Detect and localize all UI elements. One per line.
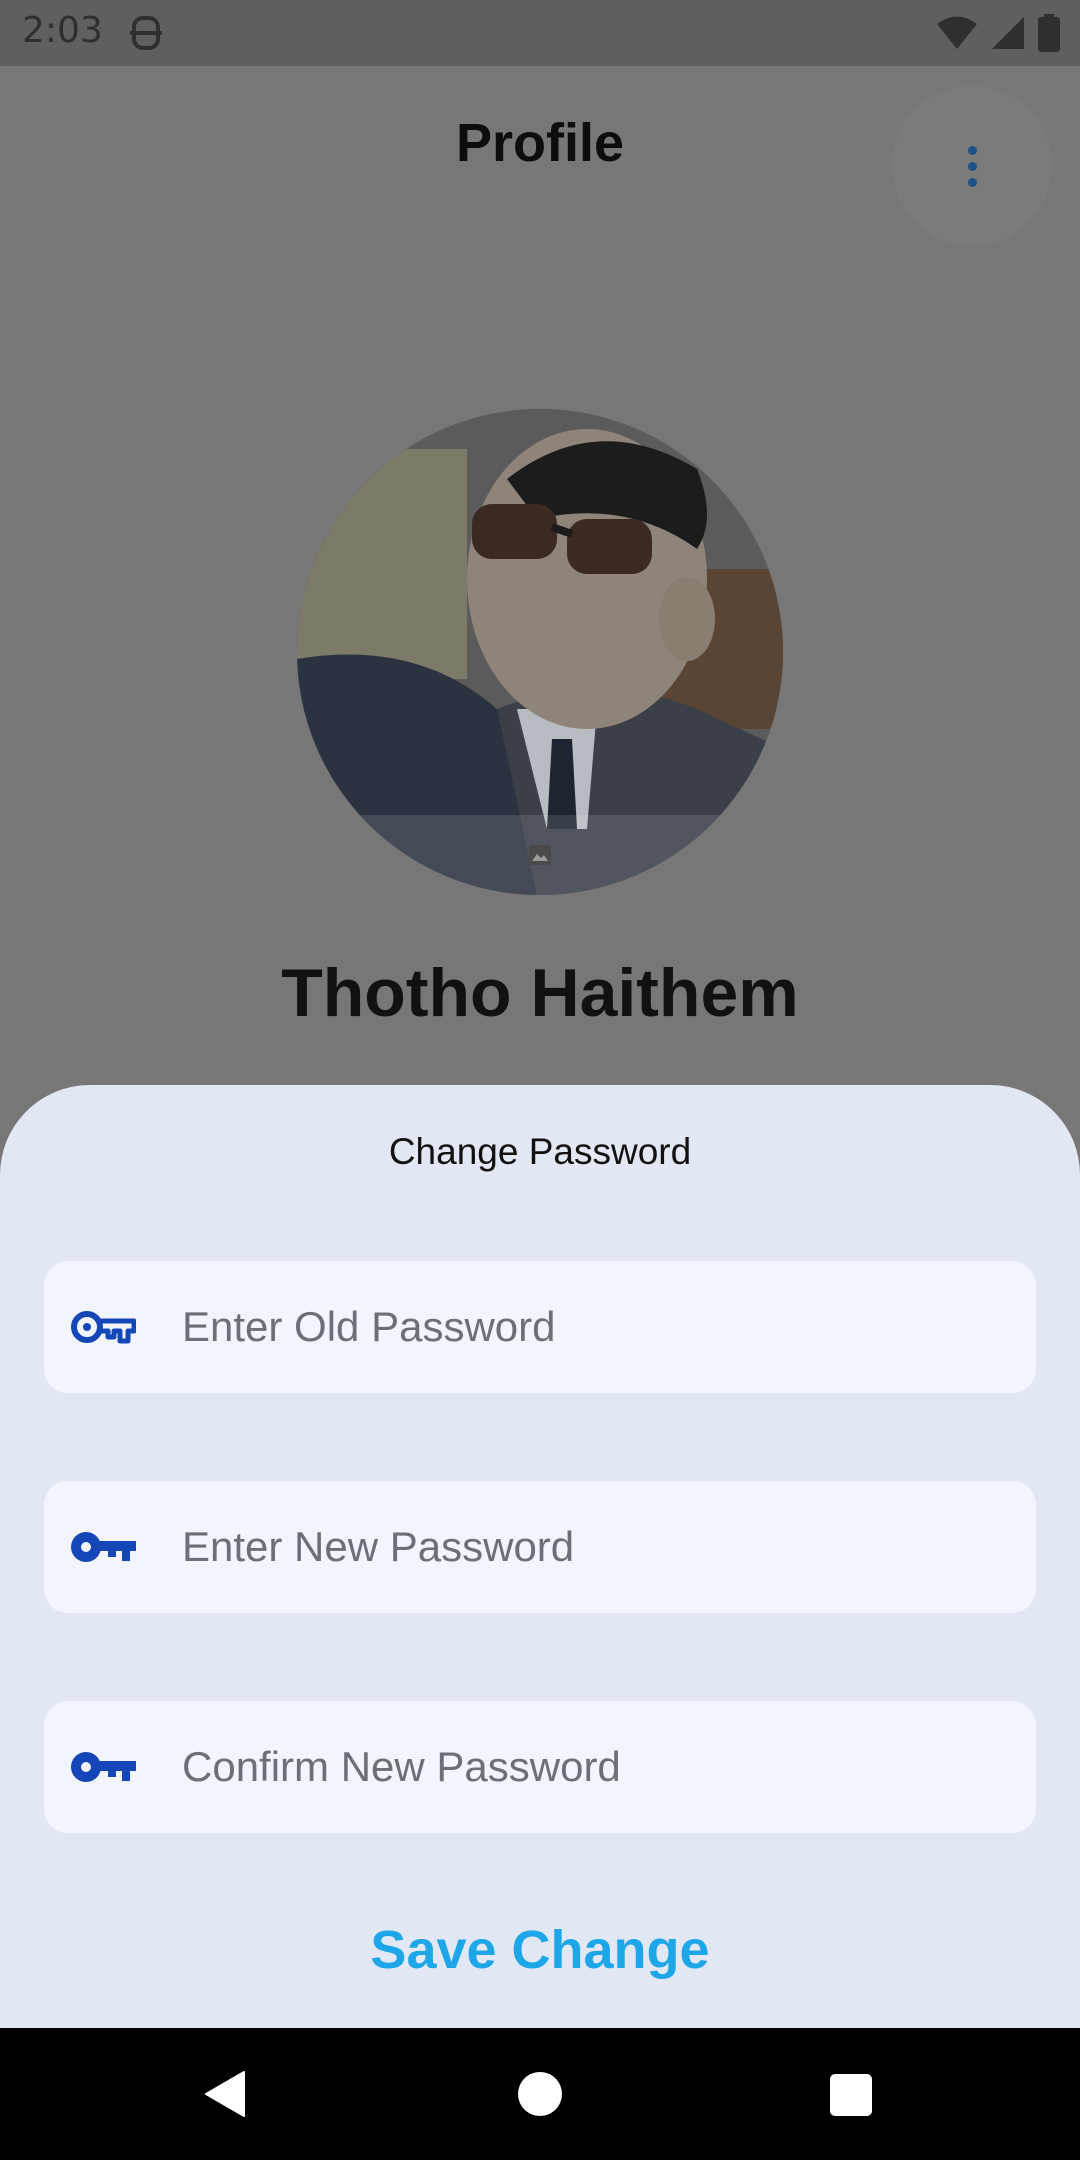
signal-icon: [992, 17, 1024, 49]
status-bar: 2:03: [0, 0, 1080, 66]
battery-icon: [1038, 14, 1060, 52]
back-icon[interactable]: [204, 2070, 246, 2118]
wifi-icon: [937, 16, 977, 49]
key-icon: [71, 1752, 136, 1782]
status-icons: [936, 14, 1060, 52]
more-vert-icon-dot: [967, 161, 977, 171]
new-password-field[interactable]: [44, 1481, 1036, 1613]
old-password-field[interactable]: [44, 1261, 1036, 1393]
status-time: 2:03: [22, 10, 103, 51]
profile-avatar[interactable]: [297, 409, 783, 895]
change-photo-overlay[interactable]: [297, 815, 783, 895]
save-change-button[interactable]: Save Change: [0, 1919, 1080, 1981]
system-nav-bar: [0, 2028, 1080, 2160]
old-password-input[interactable]: [182, 1261, 1012, 1393]
profile-name: Thotho Haithem: [281, 955, 799, 1031]
app-notification-icon: [130, 16, 162, 50]
new-password-input[interactable]: [182, 1481, 1012, 1613]
confirm-password-field[interactable]: [44, 1701, 1036, 1833]
confirm-password-input[interactable]: [182, 1701, 1012, 1833]
home-icon[interactable]: [518, 2072, 562, 2116]
sheet-title: Change Password: [388, 1131, 692, 1172]
key-outline-icon: [71, 1311, 136, 1344]
change-password-sheet: Change Password Save Change: [0, 1085, 1080, 2028]
key-icon: [71, 1532, 136, 1562]
image-icon: [529, 845, 551, 865]
recents-icon[interactable]: [830, 2074, 872, 2116]
overflow-menu-button[interactable]: [892, 86, 1052, 246]
more-vert-icon-dot: [967, 177, 977, 187]
more-vert-icon: [967, 145, 977, 155]
